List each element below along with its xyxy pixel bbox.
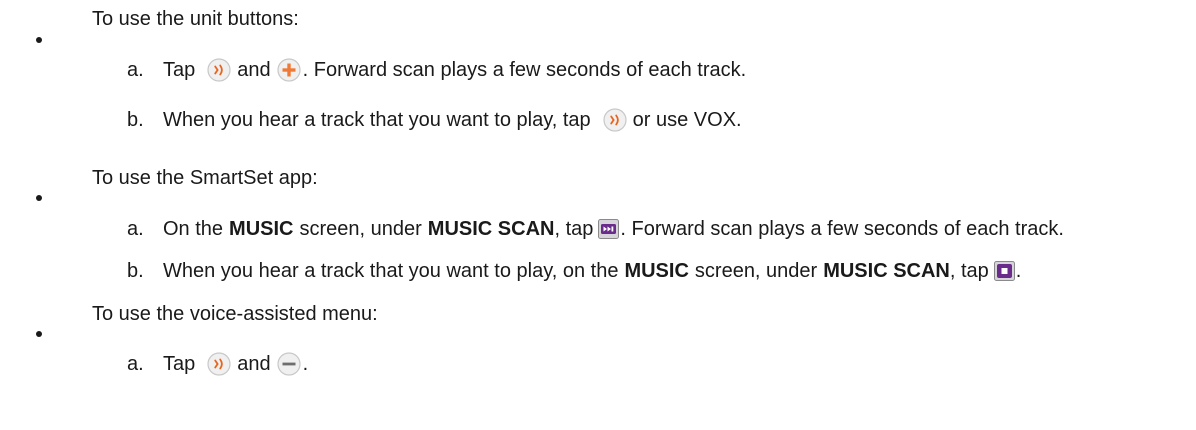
bullet: [36, 331, 42, 337]
section-intro: To use the SmartSet app:: [92, 167, 318, 189]
voice-button-icon: [603, 108, 627, 132]
step-marker: b.: [127, 109, 144, 131]
step-item: a. Tap and .: [127, 350, 308, 378]
voice-button-icon: [207, 58, 231, 82]
step-item: a. On the MUSIC screen, under MUSIC SCAN…: [127, 215, 1064, 243]
section-intro: To use the unit buttons:: [92, 8, 299, 30]
minus-button-icon: [277, 352, 301, 376]
forward-scan-icon: [598, 219, 620, 239]
step-marker: a.: [127, 353, 144, 375]
step-item: b. When you hear a track that you want t…: [127, 106, 742, 134]
voice-button-icon: [207, 352, 231, 376]
plus-button-icon: [277, 58, 301, 82]
step-item: b. When you hear a track that you want t…: [127, 257, 1021, 285]
step-marker: a.: [127, 218, 144, 240]
bullet: [36, 195, 42, 201]
bullet: [36, 37, 42, 43]
instruction-document: To use the unit buttons: a. Tap and . Fo…: [0, 0, 1196, 430]
step-marker: a.: [127, 59, 144, 81]
section-intro: To use the voice-assisted menu:: [92, 303, 378, 325]
stop-scan-icon: [993, 261, 1015, 281]
step-marker: b.: [127, 260, 144, 282]
step-item: a. Tap and . Forward scan plays a few se…: [127, 56, 746, 84]
